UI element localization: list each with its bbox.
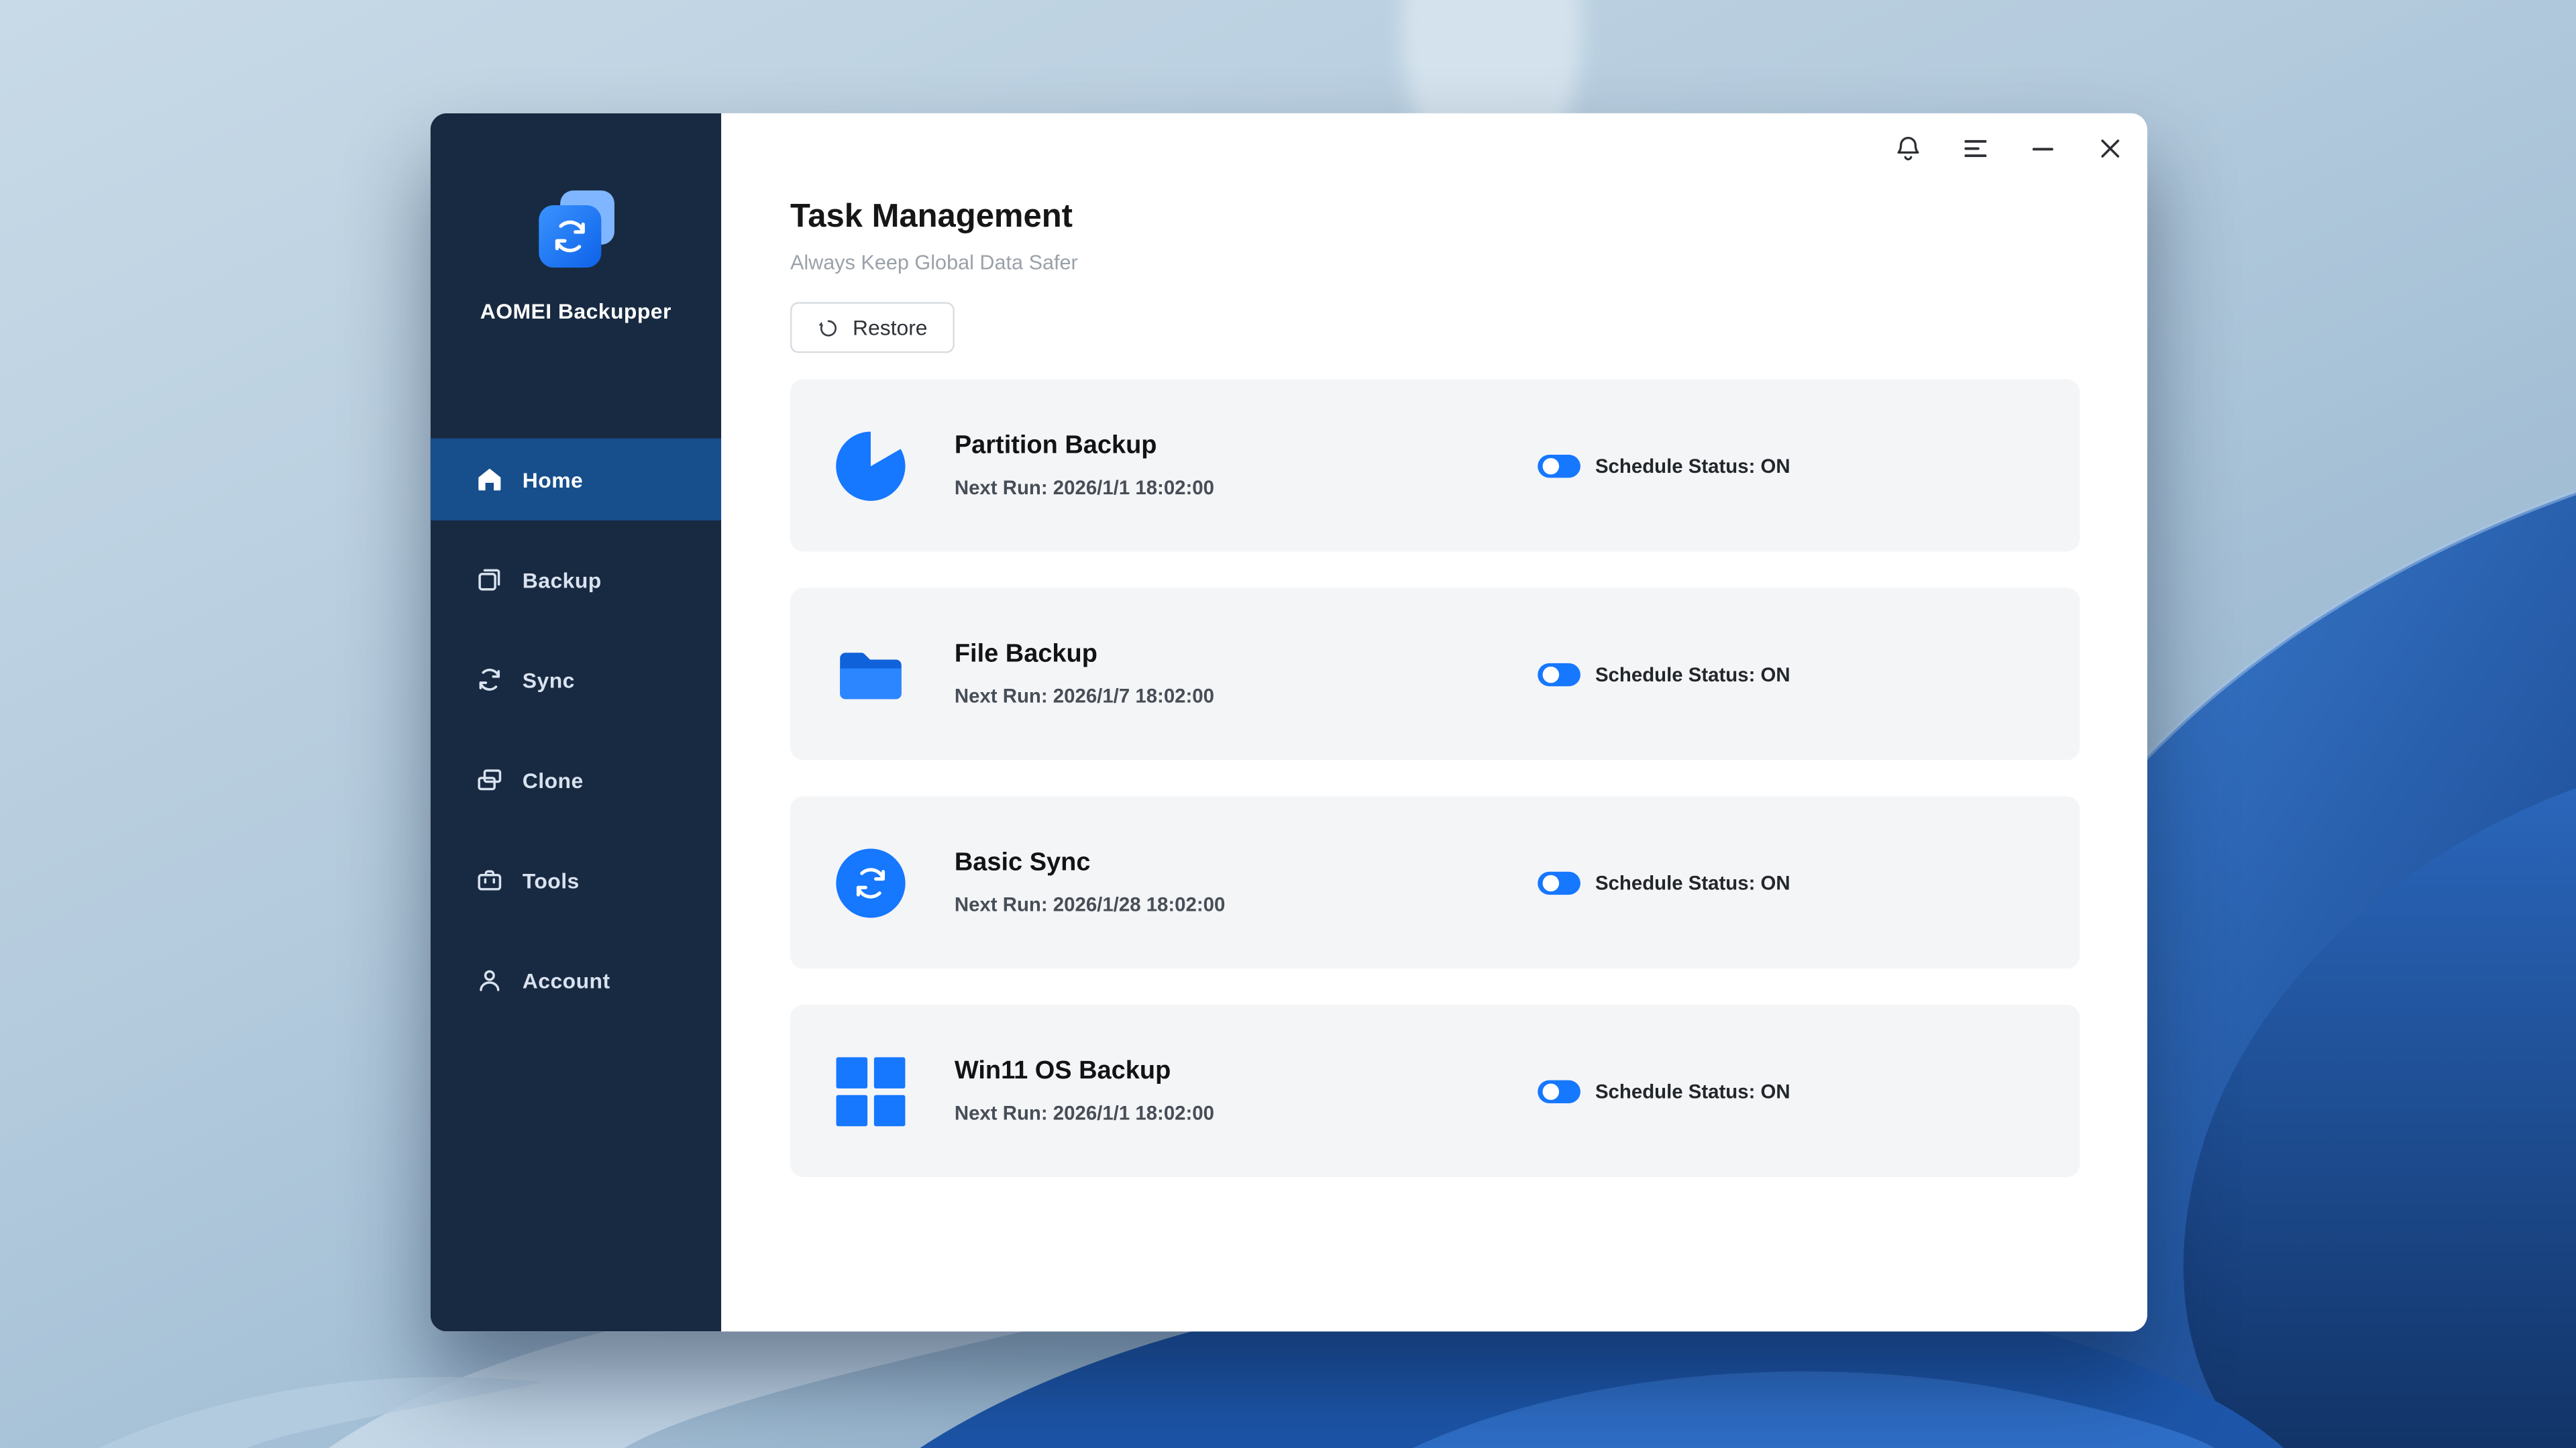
sidebar-item-label: Sync xyxy=(523,667,575,692)
sidebar-item-home[interactable]: Home xyxy=(431,439,721,520)
logo-area: AOMEI Backupper xyxy=(431,113,721,323)
tools-icon xyxy=(475,865,504,895)
sidebar-item-account[interactable]: Account xyxy=(431,939,721,1021)
schedule-status-label: Schedule Status: ON xyxy=(1595,663,1790,685)
desktop: AOMEI Backupper Home Backup Sync Clone xyxy=(0,0,2576,1448)
task-card-win11-os-backup[interactable]: Win11 OS Backup Next Run: 2026/1/1 18:02… xyxy=(790,1005,2080,1177)
sidebar-item-backup[interactable]: Backup xyxy=(431,539,721,620)
sidebar: AOMEI Backupper Home Backup Sync Clone xyxy=(431,113,721,1331)
task-info: Basic Sync Next Run: 2026/1/28 18:02:00 xyxy=(955,849,1226,916)
window-controls xyxy=(1892,133,2126,164)
task-card-partition-backup[interactable]: Partition Backup Next Run: 2026/1/1 18:0… xyxy=(790,379,2080,551)
task-name: Win11 OS Backup xyxy=(955,1057,1214,1087)
sidebar-item-sync[interactable]: Sync xyxy=(431,638,721,720)
main-content: Task Management Always Keep Global Data … xyxy=(721,113,2147,1331)
task-next-run: Next Run: 2026/1/28 18:02:00 xyxy=(955,893,1226,916)
toggle-knob xyxy=(1542,1082,1558,1099)
app-name: AOMEI Backupper xyxy=(480,299,672,324)
schedule-status-label: Schedule Status: ON xyxy=(1595,454,1790,477)
aomei-backupper-window: AOMEI Backupper Home Backup Sync Clone xyxy=(431,113,2147,1331)
toggle-knob xyxy=(1542,874,1558,890)
notification-bell-button[interactable] xyxy=(1892,133,1924,164)
sidebar-item-label: Clone xyxy=(523,767,584,792)
schedule-toggle[interactable] xyxy=(1538,871,1580,894)
schedule-status-label: Schedule Status: ON xyxy=(1595,871,1790,894)
schedule-toggle[interactable] xyxy=(1538,454,1580,477)
restore-label: Restore xyxy=(853,315,928,340)
sidebar-item-clone[interactable]: Clone xyxy=(431,739,721,821)
sidebar-item-label: Account xyxy=(523,968,610,993)
task-info: File Backup Next Run: 2026/1/7 18:02:00 xyxy=(955,641,1214,708)
schedule-status-group: Schedule Status: ON xyxy=(1538,454,1790,477)
schedule-status-group: Schedule Status: ON xyxy=(1538,1079,1790,1102)
pie-chart-icon xyxy=(833,428,909,504)
task-card-file-backup[interactable]: File Backup Next Run: 2026/1/7 18:02:00 … xyxy=(790,588,2080,760)
schedule-status-label: Schedule Status: ON xyxy=(1595,1079,1790,1102)
toggle-knob xyxy=(1542,666,1558,682)
sidebar-item-label: Home xyxy=(523,467,583,492)
task-card-basic-sync[interactable]: Basic Sync Next Run: 2026/1/28 18:02:00 … xyxy=(790,796,2080,968)
task-next-run: Next Run: 2026/1/1 18:02:00 xyxy=(955,476,1214,499)
task-next-run: Next Run: 2026/1/1 18:02:00 xyxy=(955,1102,1214,1125)
task-name: Basic Sync xyxy=(955,849,1226,879)
sync-icon xyxy=(475,665,504,694)
sync-circle-icon xyxy=(833,844,909,920)
task-list: Partition Backup Next Run: 2026/1/1 18:0… xyxy=(790,379,2080,1177)
menu-button[interactable] xyxy=(1960,133,1992,164)
restore-button[interactable]: Restore xyxy=(790,302,954,353)
minimize-button[interactable] xyxy=(2027,133,2059,164)
toggle-knob xyxy=(1542,457,1558,474)
sidebar-item-tools[interactable]: Tools xyxy=(431,839,721,921)
task-next-run: Next Run: 2026/1/7 18:02:00 xyxy=(955,685,1214,708)
folder-icon xyxy=(833,636,909,712)
close-button[interactable] xyxy=(2094,133,2126,164)
task-name: File Backup xyxy=(955,641,1214,670)
task-info: Win11 OS Backup Next Run: 2026/1/1 18:02… xyxy=(955,1057,1214,1124)
restore-icon xyxy=(816,316,839,339)
schedule-status-group: Schedule Status: ON xyxy=(1538,871,1790,894)
sidebar-nav: Home Backup Sync Clone Tools xyxy=(431,439,721,1040)
schedule-toggle[interactable] xyxy=(1538,663,1580,685)
app-logo-icon xyxy=(531,186,620,274)
task-info: Partition Backup Next Run: 2026/1/1 18:0… xyxy=(955,432,1214,499)
windows-logo-icon xyxy=(835,1055,907,1127)
backup-icon xyxy=(475,565,504,594)
sidebar-item-label: Tools xyxy=(523,868,580,893)
task-name: Partition Backup xyxy=(955,432,1214,461)
page-title: Task Management xyxy=(790,199,2080,236)
page-subtitle: Always Keep Global Data Safer xyxy=(790,252,2080,274)
account-icon xyxy=(475,965,504,995)
schedule-status-group: Schedule Status: ON xyxy=(1538,663,1790,685)
home-icon xyxy=(475,465,504,494)
sidebar-item-label: Backup xyxy=(523,567,602,592)
clone-icon xyxy=(475,765,504,795)
schedule-toggle[interactable] xyxy=(1538,1079,1580,1102)
